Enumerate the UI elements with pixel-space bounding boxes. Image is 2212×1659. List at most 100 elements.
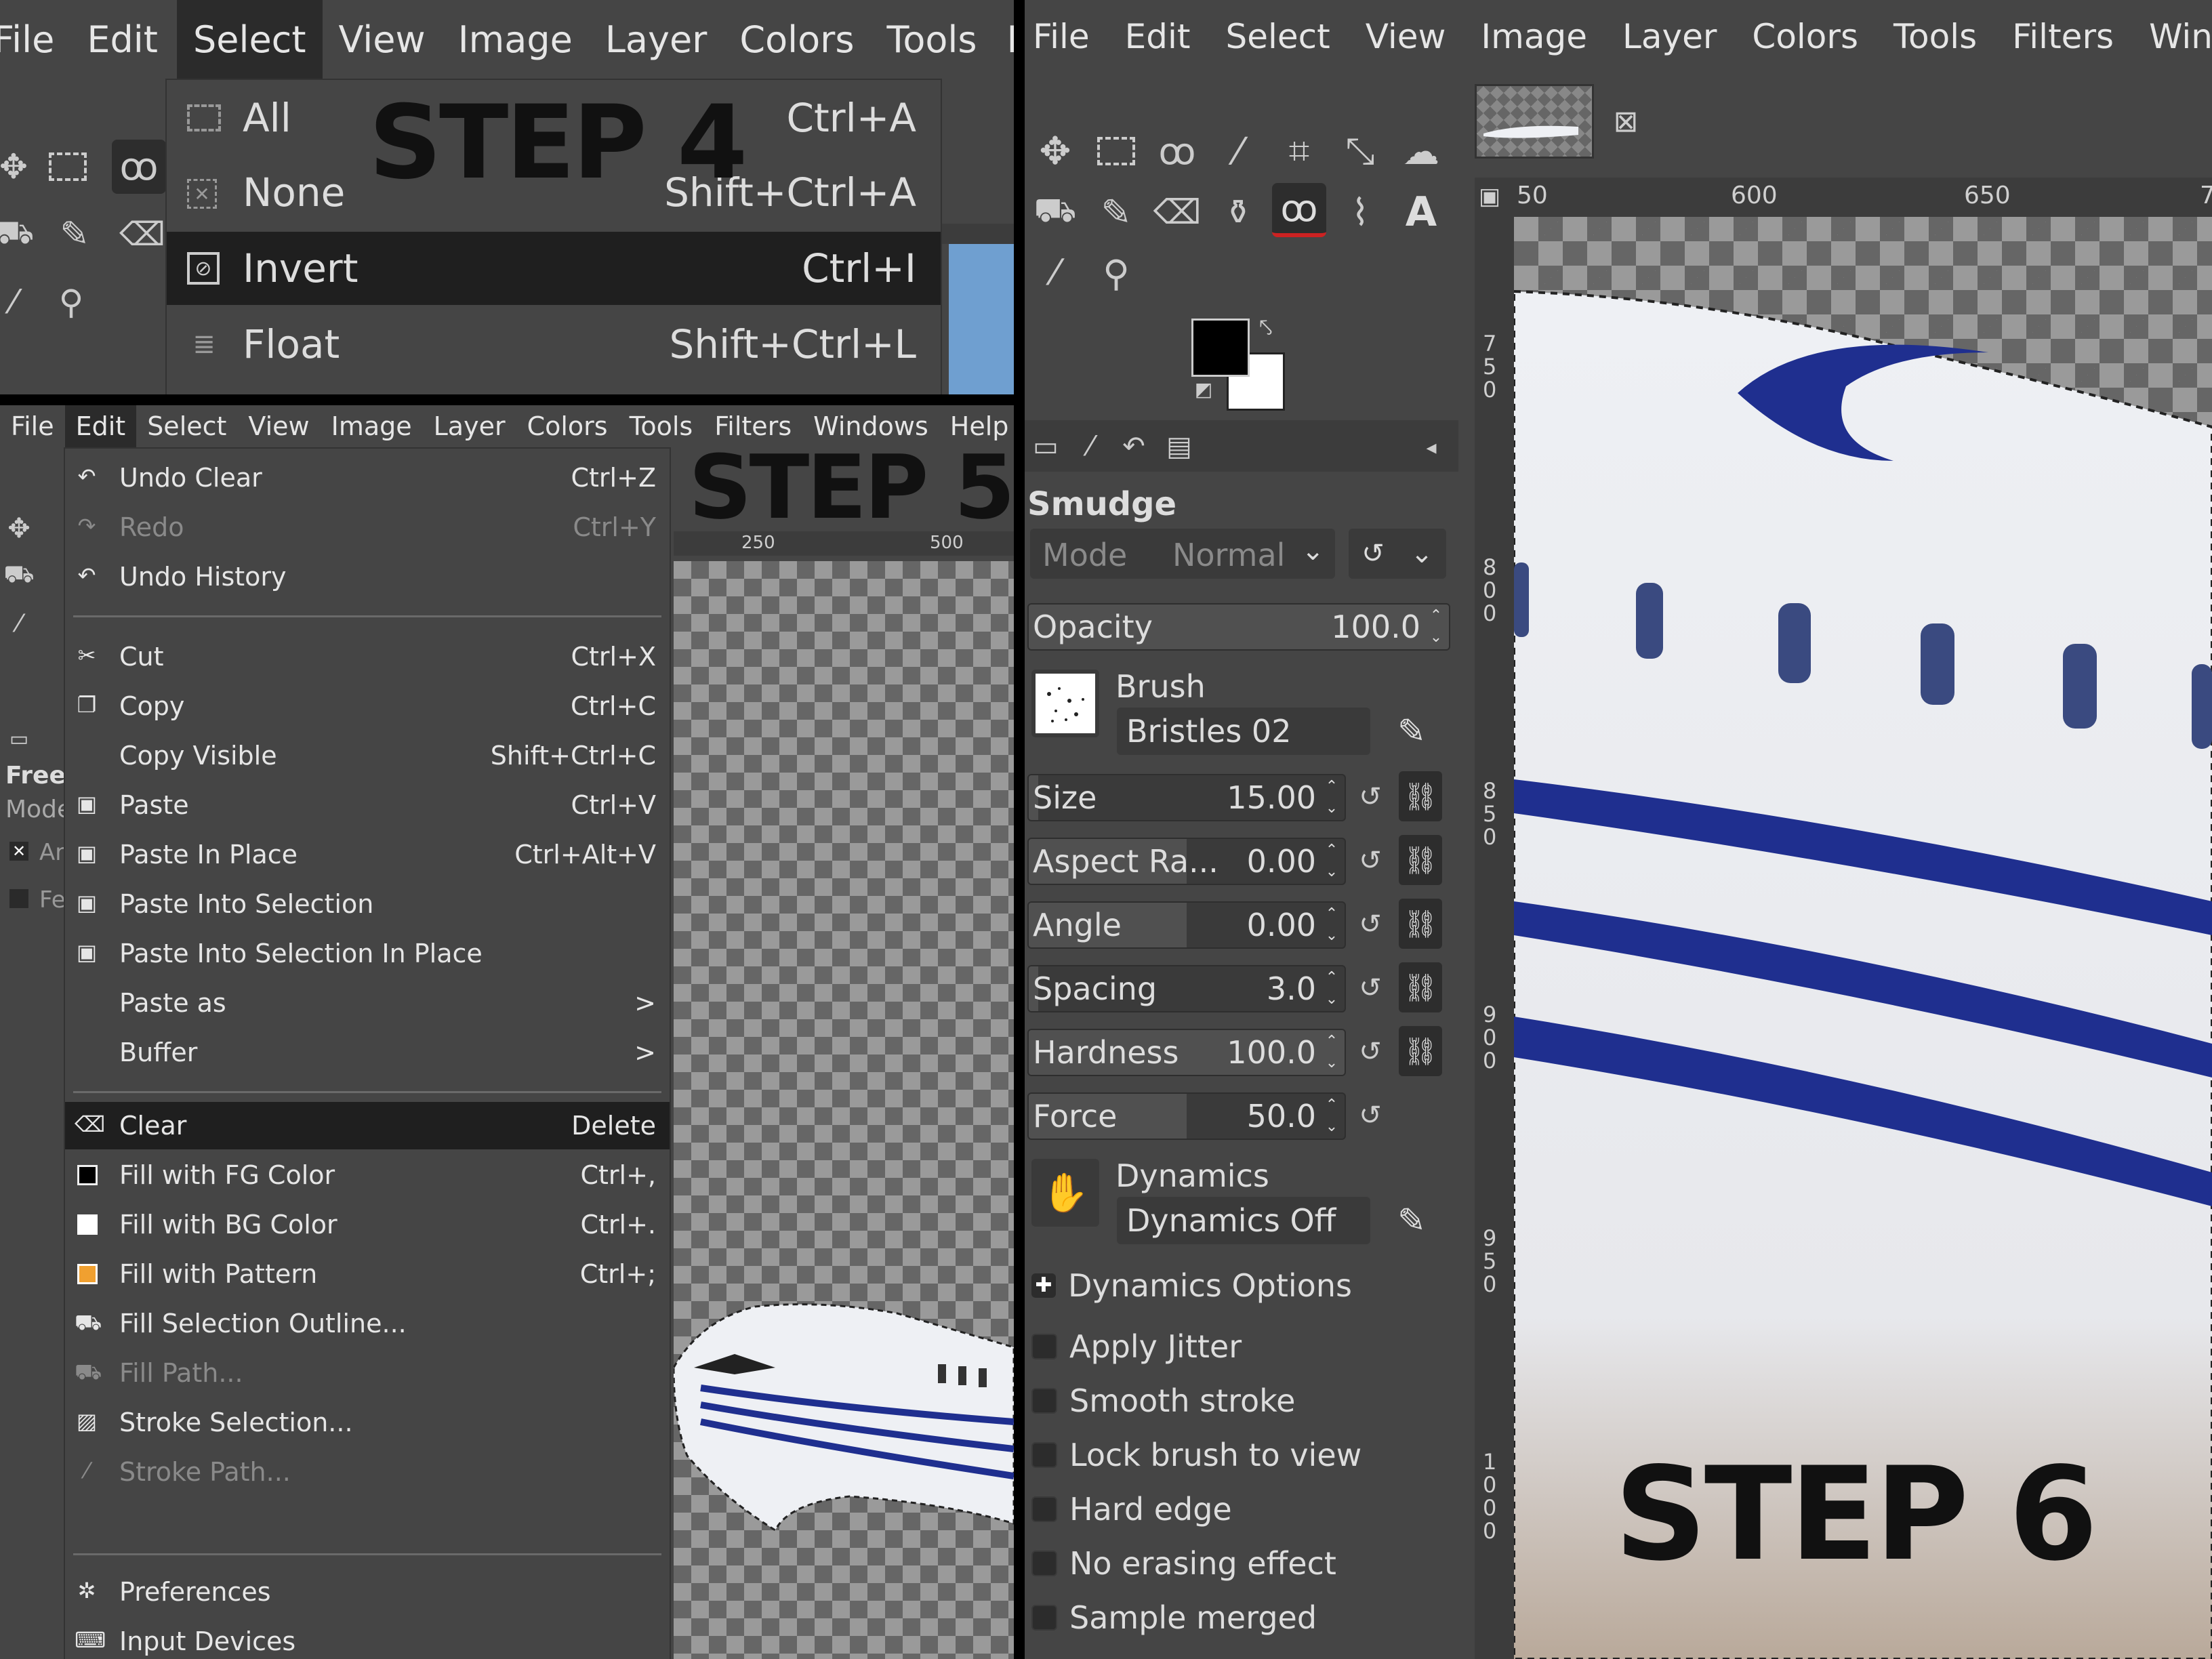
- text-tool-icon[interactable]: A: [1397, 188, 1445, 236]
- link-chain-icon[interactable]: ⛓: [1399, 835, 1442, 885]
- menu-windows[interactable]: Windows: [2131, 17, 2212, 56]
- menu-item-undo-history[interactable]: ↶ Undo History: [65, 553, 670, 600]
- paintbrush-tool-icon[interactable]: ✎: [54, 214, 95, 255]
- brush-preview[interactable]: [1031, 670, 1099, 737]
- crop-tool-icon[interactable]: ⌗: [1275, 127, 1323, 175]
- color-picker-tool-icon[interactable]: ⁄: [0, 282, 34, 323]
- clone-tool-icon[interactable]: ⚱: [1214, 188, 1262, 236]
- menu-colors[interactable]: Colors: [516, 411, 619, 441]
- transform-tool-icon[interactable]: ⤡: [1336, 127, 1384, 175]
- tool-options-tab-icon[interactable]: ▭: [5, 725, 33, 752]
- brush-name-field[interactable]: Bristles 02: [1117, 708, 1370, 755]
- eraser-tool-icon[interactable]: ⌫: [119, 214, 165, 255]
- link-chain-icon[interactable]: ⛓: [1399, 1026, 1442, 1076]
- close-tab-icon[interactable]: ⊠: [1609, 104, 1643, 139]
- menu-item-paste-as[interactable]: Paste as >: [65, 979, 670, 1027]
- color-picker-tool-icon[interactable]: ⁄: [1031, 249, 1079, 297]
- menu-select[interactable]: Select: [176, 0, 323, 80]
- edit-brush-icon[interactable]: ✎: [1388, 708, 1435, 755]
- menu-image[interactable]: Image: [1463, 17, 1605, 56]
- menu-edit[interactable]: Edit: [64, 405, 137, 449]
- menu-filters[interactable]: Filt: [994, 18, 1014, 61]
- panel-menu-icon[interactable]: ◂: [1418, 434, 1445, 461]
- move-tool-icon[interactable]: ✥: [1031, 127, 1079, 175]
- hardness-slider[interactable]: Hardness 100.0 ⌃ ⌄: [1027, 1029, 1346, 1076]
- no-erasing-effect-checkbox[interactable]: No erasing effect: [1031, 1545, 1336, 1582]
- spin-arrows-icon[interactable]: ⌃ ⌄: [1323, 970, 1340, 1007]
- paintbrush-tool-icon[interactable]: ✎: [1092, 188, 1140, 236]
- menu-file[interactable]: File: [0, 411, 65, 441]
- move-tool-icon[interactable]: ✥: [5, 513, 33, 544]
- blend-space-button[interactable]: ↺ ⌄: [1349, 529, 1446, 579]
- reset-icon[interactable]: ↺: [1354, 781, 1387, 813]
- image-tab-thumbnail[interactable]: [1475, 84, 1594, 159]
- menu-view[interactable]: View: [323, 18, 442, 61]
- spin-arrows-icon[interactable]: ⌃ ⌄: [1323, 843, 1340, 880]
- reset-icon[interactable]: ↺: [1354, 844, 1387, 877]
- bucket-fill-tool-icon[interactable]: ⛟: [0, 213, 34, 255]
- menu-tools[interactable]: Tools: [1876, 17, 1994, 56]
- lasso-tool-icon[interactable]: ꝏ: [1153, 127, 1201, 175]
- menu-item-input-devices[interactable]: ⌨ Input Devices: [65, 1618, 670, 1659]
- menu-item-paste[interactable]: ▣ Paste Ctrl+V: [65, 781, 670, 829]
- edit-dynamics-icon[interactable]: ✎: [1388, 1197, 1435, 1244]
- lasso-tool-icon[interactable]: ꝏ: [112, 140, 166, 194]
- spin-arrows-icon[interactable]: ⌃ ⌄: [1323, 907, 1340, 943]
- lock-brush-to-view-checkbox[interactable]: Lock brush to view: [1031, 1437, 1361, 1473]
- menu-item-fill-with-pattern[interactable]: Fill with Pattern Ctrl+;: [65, 1250, 670, 1298]
- menu-item-paste-in-place[interactable]: ▣ Paste In Place Ctrl+Alt+V: [65, 831, 670, 878]
- menu-item-stroke-selection[interactable]: ▨ Stroke Selection...: [65, 1399, 670, 1446]
- smooth-stroke-checkbox[interactable]: Smooth stroke: [1031, 1382, 1295, 1419]
- menu-select[interactable]: Select: [136, 411, 237, 441]
- menu-item-copy[interactable]: ❐ Copy Ctrl+C: [65, 682, 670, 730]
- images-tab-icon[interactable]: ▤: [1160, 430, 1198, 464]
- zoom-tool-icon[interactable]: ⚲: [1092, 249, 1140, 297]
- antialias-checkbox[interactable]: ✕: [9, 842, 28, 861]
- menu-item-copy-visible[interactable]: Copy Visible Shift+Ctrl+C: [65, 732, 670, 779]
- reset-icon[interactable]: ↺: [1354, 1036, 1387, 1068]
- aspect-ra-slider[interactable]: Aspect Ra... 0.00 ⌃ ⌄: [1027, 838, 1346, 885]
- menu-file[interactable]: File: [0, 18, 73, 61]
- reset-icon[interactable]: ↺: [1354, 972, 1387, 1004]
- hard-edge-checkbox[interactable]: Hard edge: [1031, 1491, 1232, 1528]
- paths-tool-icon[interactable]: ⌇: [1336, 188, 1384, 236]
- fg-color-swatch[interactable]: [1191, 319, 1250, 377]
- device-status-tab-icon[interactable]: ⁄: [1073, 430, 1107, 464]
- menu-item-fill-selection-outline[interactable]: ⛟ Fill Selection Outline...: [65, 1300, 670, 1347]
- reset-icon[interactable]: ↺: [1354, 908, 1387, 941]
- menu-edit[interactable]: Edit: [73, 18, 177, 61]
- bucket-fill-tool-icon[interactable]: ⛟: [3, 560, 34, 590]
- menu-item-invert[interactable]: ⊘ Invert Ctrl+I: [167, 232, 941, 305]
- eraser-tool-icon[interactable]: ⌫: [1153, 188, 1202, 236]
- color-picker-tool-icon[interactable]: ⁄: [5, 610, 33, 638]
- undo-history-tab-icon[interactable]: ↶: [1117, 430, 1151, 464]
- menu-colors[interactable]: Colors: [1734, 17, 1876, 56]
- feather-checkbox[interactable]: [9, 889, 28, 908]
- spin-arrows-icon[interactable]: ⌃ ⌄: [1323, 1098, 1340, 1134]
- dynamics-options-expander[interactable]: ✚ Dynamics Options: [1031, 1267, 1352, 1304]
- force-slider[interactable]: Force 50.0 ⌃ ⌄: [1027, 1092, 1346, 1140]
- mode-select[interactable]: Normal: [1172, 537, 1285, 573]
- menu-edit[interactable]: Edit: [1107, 17, 1208, 56]
- menu-layer[interactable]: Layer: [1605, 17, 1734, 56]
- link-chain-icon[interactable]: ⛓: [1399, 899, 1442, 949]
- menu-layer[interactable]: Layer: [423, 411, 516, 441]
- bucket-fill-tool-icon[interactable]: ⛟: [1031, 188, 1079, 236]
- tool-options-tab-icon[interactable]: ▭: [1029, 430, 1063, 464]
- dynamics-preview[interactable]: ✋: [1031, 1159, 1099, 1227]
- spin-arrows-icon[interactable]: ⌃ ⌄: [1323, 1034, 1340, 1071]
- menu-item-paste-into-selection[interactable]: ▣ Paste Into Selection: [65, 880, 670, 928]
- default-colors-icon[interactable]: ◩: [1190, 375, 1217, 403]
- reset-icon[interactable]: ↺: [1354, 1099, 1387, 1132]
- apply-jitter-checkbox[interactable]: Apply Jitter: [1031, 1328, 1242, 1365]
- spacing-slider[interactable]: Spacing 3.0 ⌃ ⌄: [1027, 965, 1346, 1012]
- menu-tools[interactable]: Tools: [871, 18, 994, 61]
- angle-slider[interactable]: Angle 0.00 ⌃ ⌄: [1027, 901, 1346, 949]
- menu-layer[interactable]: Layer: [589, 18, 724, 61]
- opacity-slider[interactable]: Opacity 100.0 ⌃ ⌄: [1027, 603, 1450, 651]
- menu-colors[interactable]: Colors: [723, 18, 870, 61]
- smudge-tool-icon[interactable]: ꝏ: [1272, 183, 1326, 237]
- rect-select-tool-icon[interactable]: [1092, 127, 1140, 175]
- menu-image[interactable]: Image: [321, 411, 423, 441]
- move-tool-icon[interactable]: ✥: [0, 146, 34, 187]
